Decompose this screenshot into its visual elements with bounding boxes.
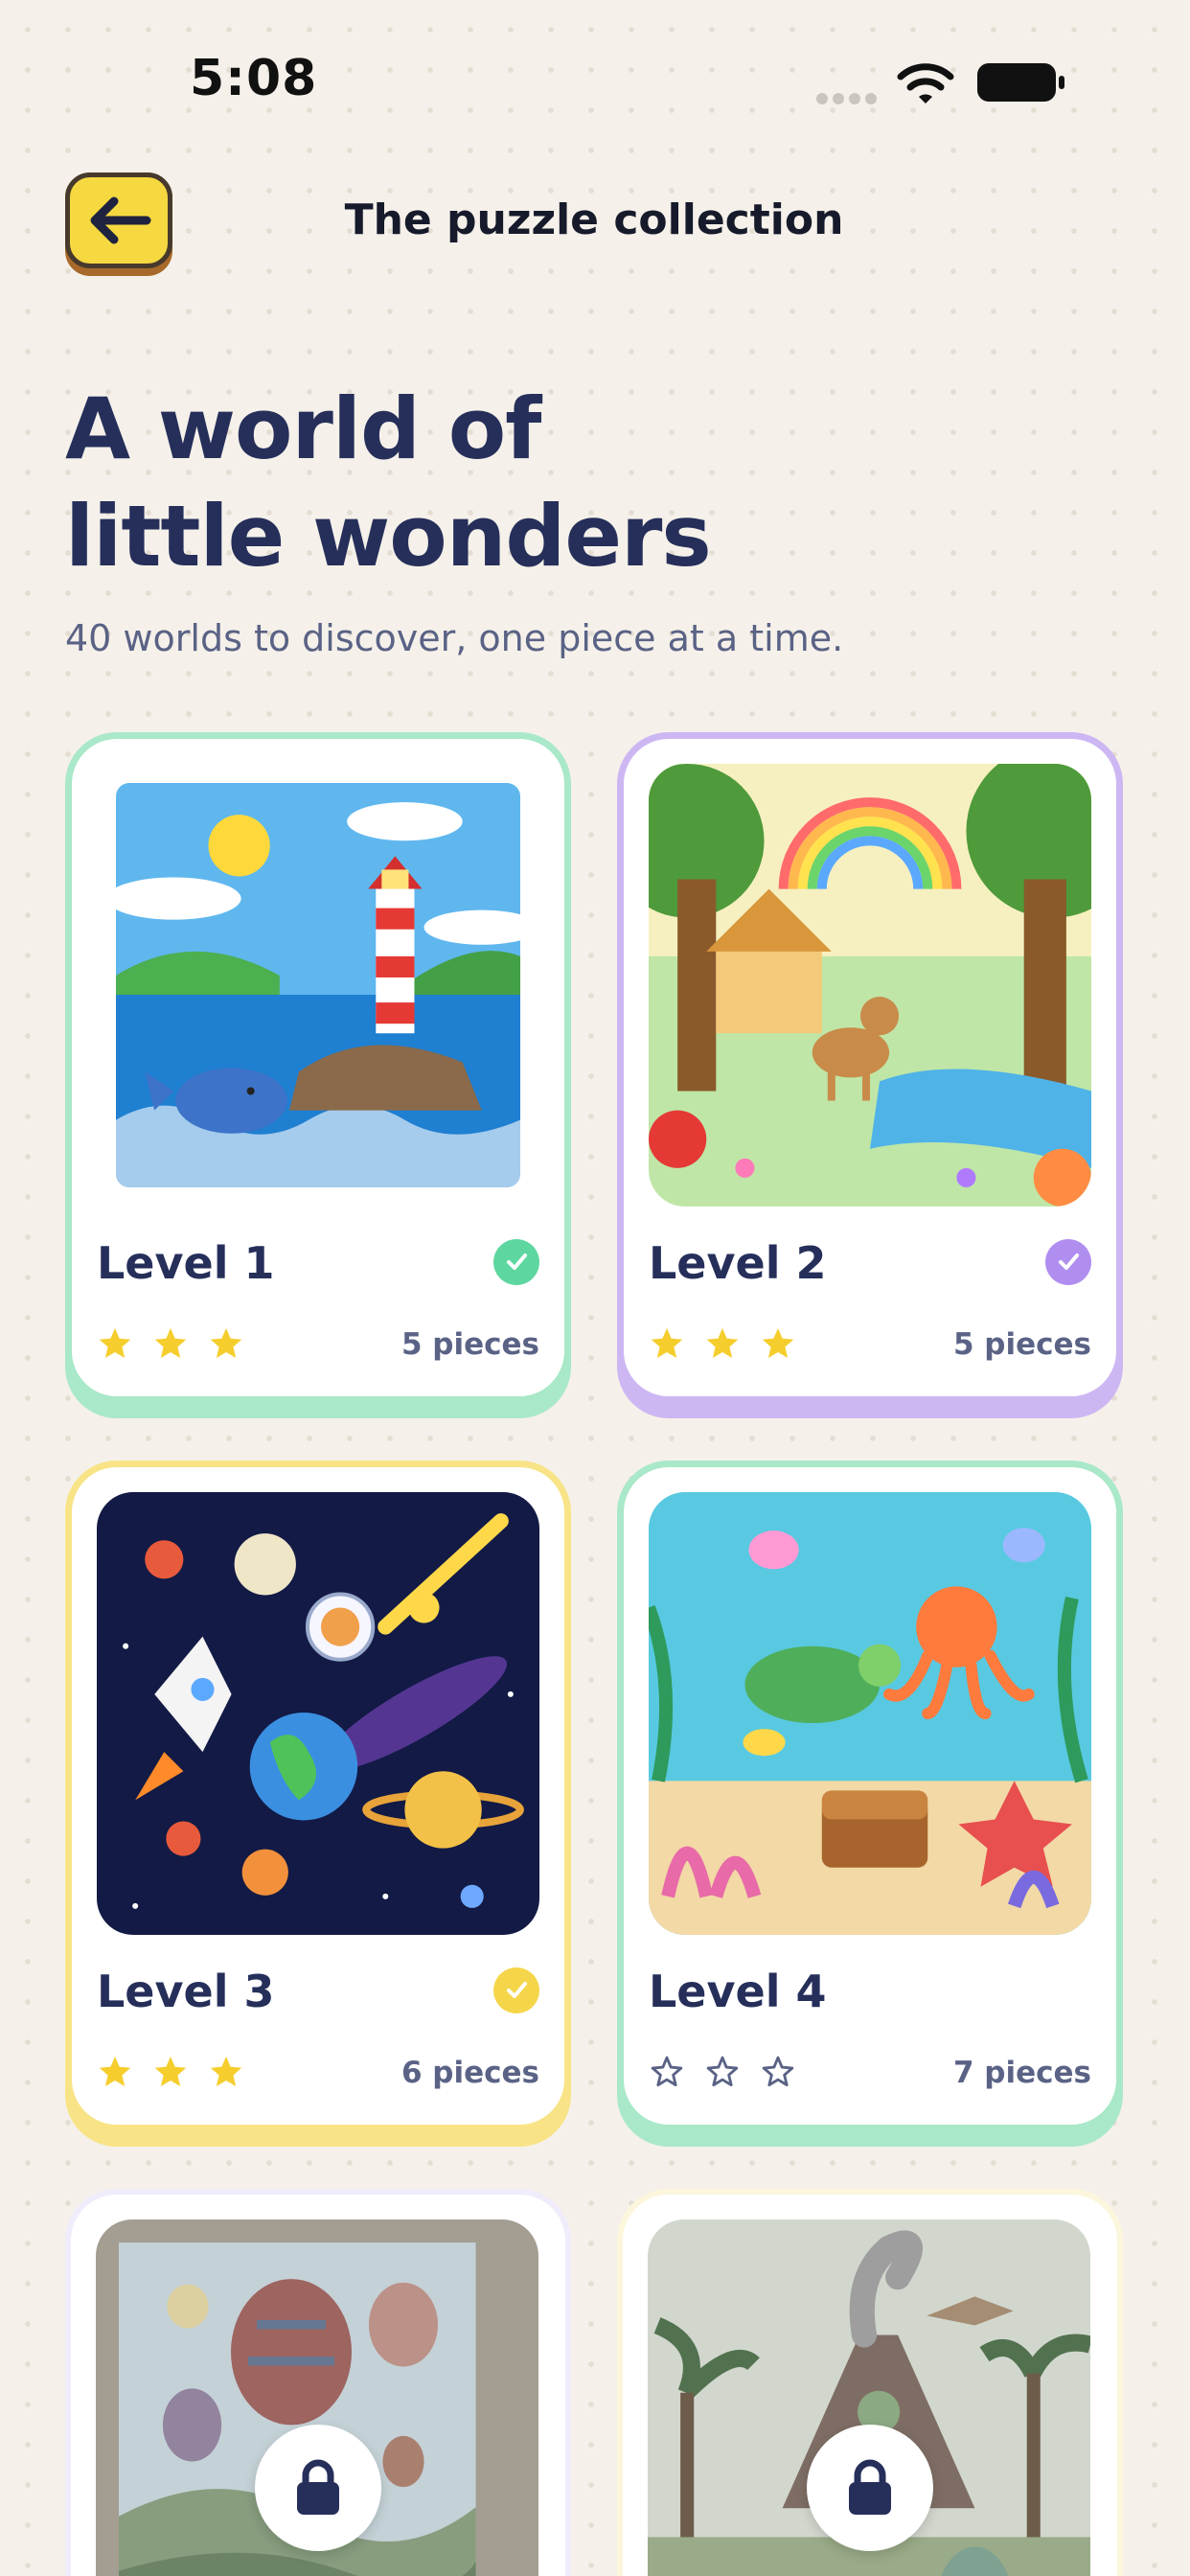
star-outline-icon <box>762 2056 794 2087</box>
hero-title-line-1: A world of <box>65 380 541 478</box>
level-title: Level 1 <box>97 1237 275 1289</box>
piece-count: 7 pieces <box>952 2056 1091 2090</box>
level-3-thumbnail <box>97 1492 539 1935</box>
star-icon <box>210 2056 242 2087</box>
completed-badge <box>493 1967 539 2013</box>
completed-badge <box>1045 1239 1091 1285</box>
arrow-left-icon <box>90 196 151 244</box>
hero-title: A world of little wonders <box>65 376 1023 590</box>
check-icon <box>507 1982 527 1998</box>
star-icon <box>706 1327 739 1359</box>
cellular-signal-icon <box>816 93 877 104</box>
star-rating <box>97 2054 244 2090</box>
star-icon <box>154 2056 187 2087</box>
level-2-thumbnail <box>649 764 1091 1207</box>
level-1-thumbnail <box>116 783 520 1187</box>
hero-subtitle: 40 worlds to discover, one piece at a ti… <box>65 617 844 659</box>
star-icon <box>99 1327 131 1359</box>
level-title: Level 4 <box>649 1966 827 2017</box>
star-rating <box>97 1325 244 1362</box>
battery-icon <box>977 63 1064 102</box>
star-icon <box>154 1327 187 1359</box>
star-icon <box>210 1327 242 1359</box>
check-icon <box>507 1254 527 1270</box>
level-card-2[interactable]: Level 2 5 pieces <box>617 732 1123 1403</box>
level-card-3[interactable]: Level 3 6 pieces <box>65 1460 571 2131</box>
back-button[interactable] <box>65 172 172 276</box>
lock-badge <box>255 2425 381 2551</box>
status-time: 5:08 <box>190 50 318 107</box>
completed-badge <box>493 1239 539 1285</box>
lock-icon <box>297 2459 339 2515</box>
page-title: The puzzle collection <box>344 196 844 244</box>
piece-count: 5 pieces <box>952 1327 1091 1362</box>
star-icon <box>762 1327 794 1359</box>
star-icon <box>99 2056 131 2087</box>
status-bar: 5:08 <box>0 0 1190 153</box>
piece-count: 5 pieces <box>400 1327 539 1362</box>
level-card-6[interactable] <box>617 2189 1123 2576</box>
level-title: Level 2 <box>649 1237 827 1289</box>
piece-count: 6 pieces <box>400 2056 539 2090</box>
hero-title-line-2: little wonders <box>65 487 712 586</box>
star-icon <box>651 1327 683 1359</box>
level-card-1[interactable]: Level 1 5 pieces <box>65 732 571 1403</box>
star-rating <box>649 2054 796 2090</box>
star-outline-icon <box>651 2056 683 2087</box>
star-rating <box>649 1325 796 1362</box>
level-card-5[interactable] <box>65 2189 571 2576</box>
check-icon <box>1059 1254 1079 1270</box>
lock-badge <box>807 2425 933 2551</box>
star-outline-icon <box>706 2056 739 2087</box>
lock-icon <box>849 2459 891 2515</box>
level-4-thumbnail <box>649 1492 1091 1935</box>
level-card-4[interactable]: Level 4 7 pieces <box>617 1460 1123 2131</box>
wifi-icon <box>897 63 954 104</box>
level-title: Level 3 <box>97 1966 275 2017</box>
